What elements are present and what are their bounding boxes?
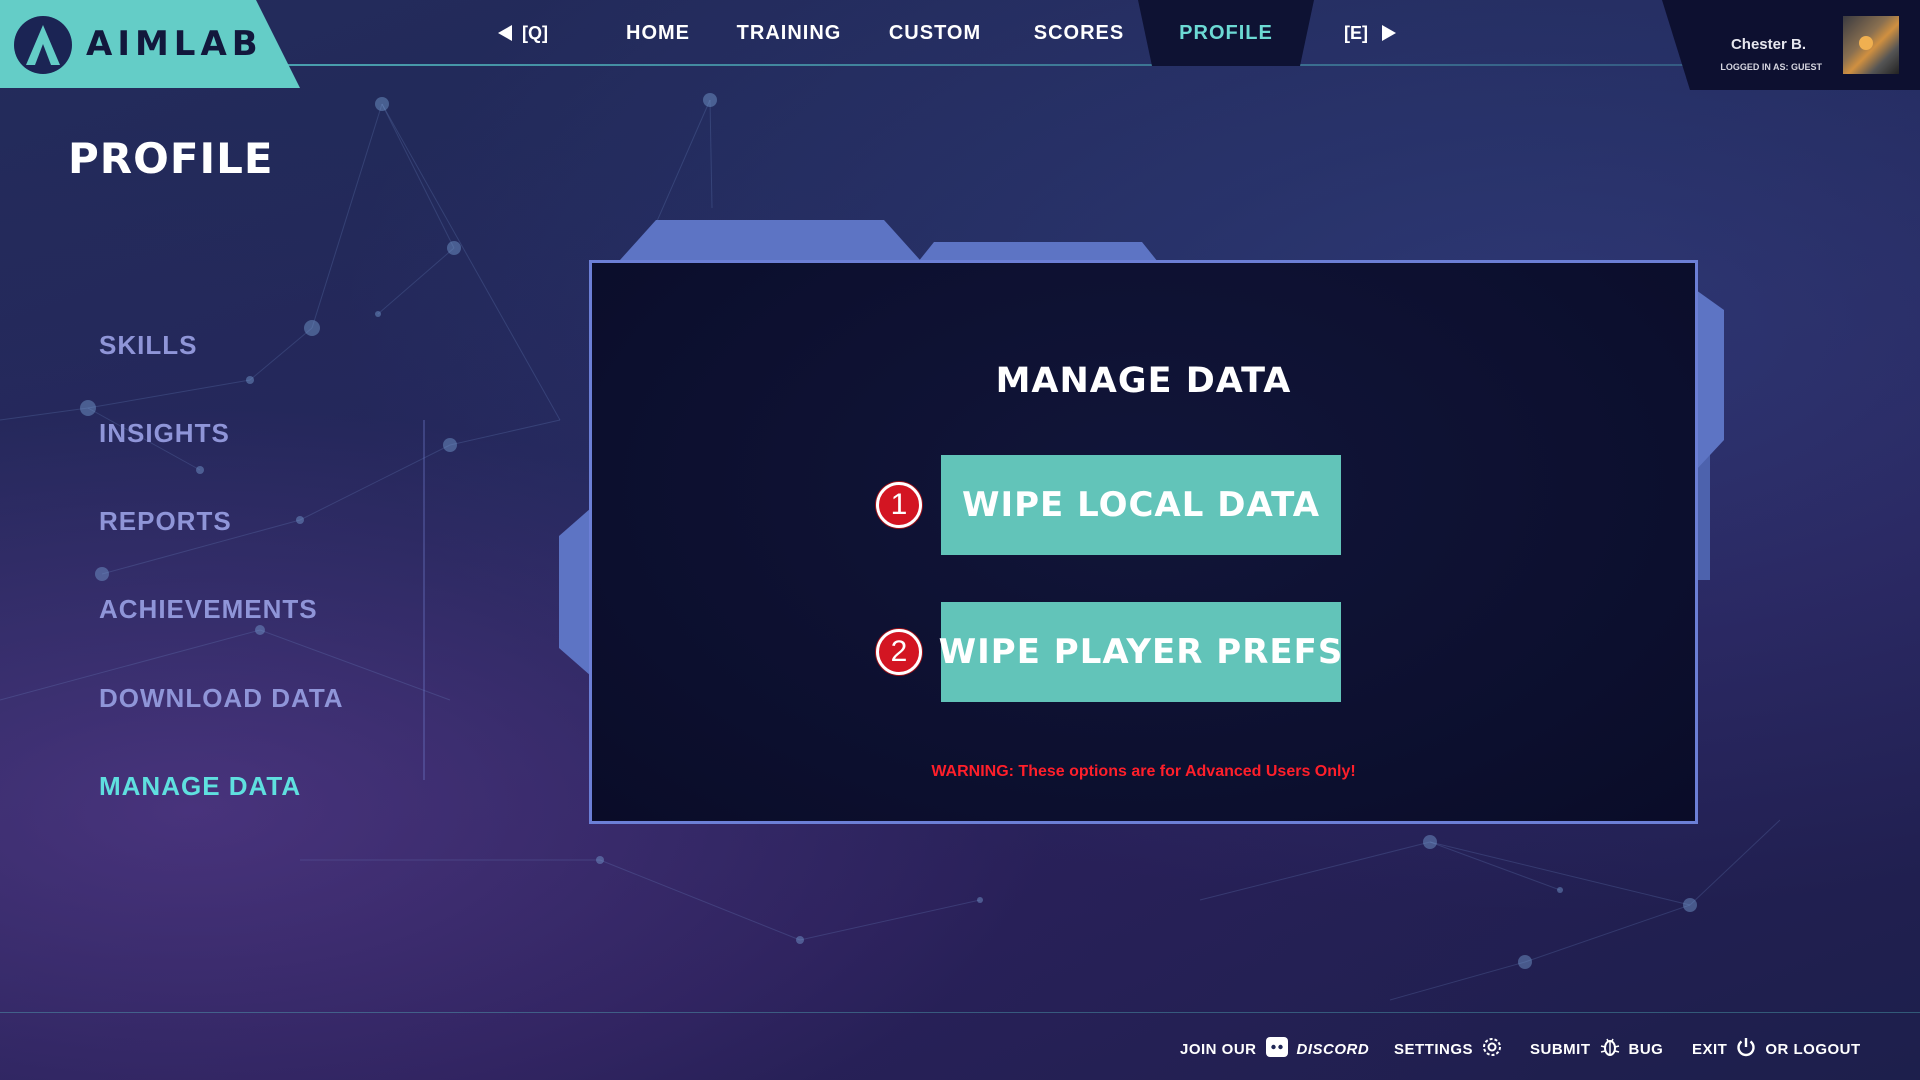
settings-label: SETTINGS xyxy=(1394,1040,1474,1058)
bug-icon xyxy=(1599,1036,1621,1062)
power-icon xyxy=(1735,1036,1757,1062)
nav-tab-profile[interactable]: PROFILE xyxy=(1148,0,1304,66)
discord-label: DISCORD xyxy=(1296,1040,1370,1058)
sidebar-item-reports[interactable]: REPORTS xyxy=(99,506,232,537)
exit-label: EXIT xyxy=(1692,1040,1728,1058)
aimlab-logo-icon xyxy=(14,16,72,74)
panel-left-decoration xyxy=(559,508,591,676)
discord-icon xyxy=(1265,1036,1289,1062)
gear-icon xyxy=(1481,1036,1503,1062)
nav-tab-home[interactable]: HOME xyxy=(612,0,704,66)
page-title: PROFILE xyxy=(68,134,274,183)
warning-text: WARNING: These options are for Advanced … xyxy=(931,763,1356,780)
submit-bug-button[interactable]: SUBMIT BUG xyxy=(1530,1038,1663,1060)
exit-logout-button[interactable]: EXIT OR LOGOUT xyxy=(1692,1038,1861,1060)
panel-right-decoration-inner xyxy=(1696,450,1710,580)
sidebar-divider xyxy=(423,420,425,780)
sidebar-item-achievements[interactable]: ACHIEVEMENTS xyxy=(99,594,318,625)
panel-tab-decoration xyxy=(620,220,920,260)
panel-tab-decoration-secondary xyxy=(918,242,1158,262)
step-badge-2: 2 xyxy=(876,629,922,675)
nav-tab-scores[interactable]: SCORES xyxy=(1030,0,1128,66)
nav-prev-hint: [Q] xyxy=(522,22,548,43)
bug-label: BUG xyxy=(1628,1040,1664,1058)
panel-right-decoration xyxy=(1696,290,1724,470)
step-badge-1: 1 xyxy=(876,482,922,528)
nav-next-hint: [E] xyxy=(1344,22,1368,43)
sidebar-item-insights[interactable]: INSIGHTS xyxy=(99,418,230,449)
wipe-player-prefs-button[interactable]: WIPE PLAYER PREFS xyxy=(939,602,1342,702)
avatar[interactable] xyxy=(1843,16,1899,74)
footer-divider xyxy=(0,1012,1920,1013)
submit-label: SUBMIT xyxy=(1530,1040,1591,1058)
settings-button[interactable]: SETTINGS xyxy=(1394,1038,1511,1060)
user-login-status: LOGGED IN AS: GUEST xyxy=(1720,62,1822,72)
sidebar-item-download-data[interactable]: DOWNLOAD DATA xyxy=(99,683,344,714)
sidebar-item-manage-data[interactable]: MANAGE DATA xyxy=(99,771,301,802)
app-name: AIMLAB xyxy=(86,24,263,64)
nav-next-button[interactable]: [E] xyxy=(1344,0,1396,66)
nav-tab-training[interactable]: TRAINING xyxy=(732,0,846,66)
manage-data-panel: MANAGE DATA 1 WIPE LOCAL DATA 2 WIPE PLA… xyxy=(589,260,1698,824)
panel-title: MANAGE DATA xyxy=(995,361,1292,401)
sidebar-item-skills[interactable]: SKILLS xyxy=(99,330,197,361)
app-logo[interactable]: AIMLAB xyxy=(0,0,300,88)
wipe-local-data-button[interactable]: WIPE LOCAL DATA xyxy=(941,455,1341,555)
triangle-left-icon xyxy=(498,25,512,41)
join-label: JOIN OUR xyxy=(1180,1040,1257,1058)
triangle-right-icon xyxy=(1382,25,1396,41)
or-logout-label: OR LOGOUT xyxy=(1765,1040,1861,1058)
discord-link[interactable]: JOIN OUR DISCORD xyxy=(1180,1036,1370,1062)
nav-tab-custom[interactable]: CUSTOM xyxy=(884,0,986,66)
user-name: Chester B. xyxy=(1730,36,1806,53)
nav-prev-button[interactable]: [Q] xyxy=(498,0,548,66)
